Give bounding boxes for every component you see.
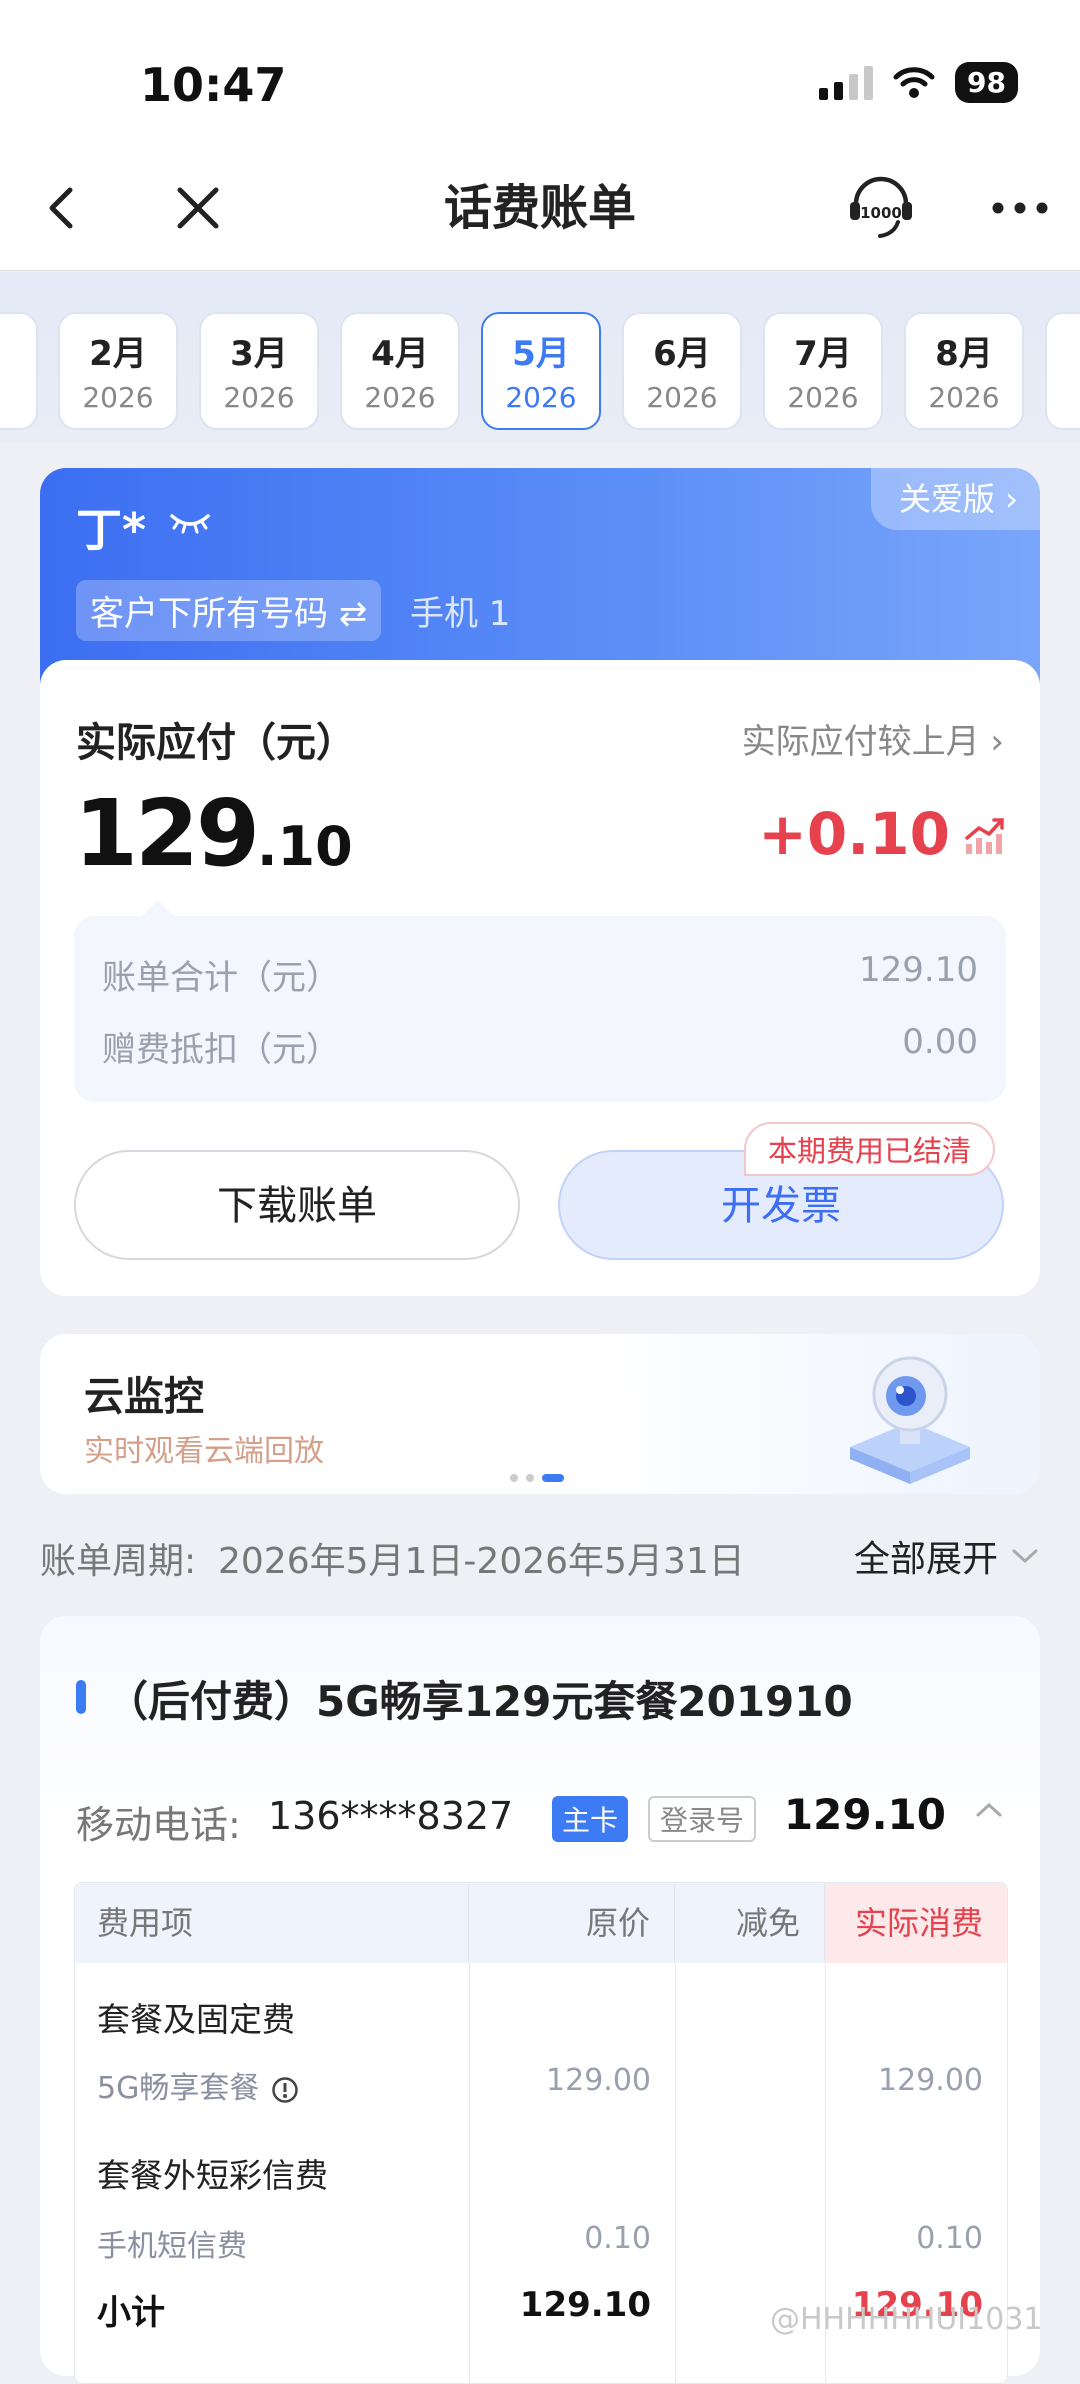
chevron-down-icon [1012, 1549, 1038, 1564]
care-mode-button[interactable]: 关爱版 › [871, 468, 1040, 530]
expand-all-button[interactable]: 全部展开 [854, 1530, 1040, 1582]
month-tab-apr[interactable]: 4月 2026 [340, 312, 460, 430]
subtotal-original: 129.10 [519, 2285, 651, 2325]
payable-amount: 129.10 [74, 780, 353, 887]
line-number: 136****8327 [268, 1794, 514, 1838]
battery-indicator: 98 [955, 62, 1018, 103]
table-row: 5G畅享套餐 129.00 129.00 [75, 2063, 1007, 2107]
chevron-right-icon: › [990, 722, 1004, 762]
account-header: 关爱版 › 丁* 客户下所有号码 ⇄ 手机 1 [40, 468, 1040, 688]
discount [675, 2221, 825, 2265]
more-button[interactable] [988, 168, 1052, 252]
more-dots-icon [992, 202, 1048, 214]
login-number-badge: 登录号 [648, 1796, 757, 1842]
group-title: 套餐外短彩信费 [97, 2156, 328, 2195]
bill-summary-box: 账单合计（元） 129.10 赠费抵扣（元） 0.00 [74, 916, 1006, 1102]
fee-item-name: 手机短信费 [97, 2229, 247, 2264]
eye-closed-icon[interactable] [168, 508, 212, 542]
period-value: 2026年5月1日-2026年5月31日 [218, 1541, 745, 1582]
month-tab-feb[interactable]: 2月 2026 [58, 312, 178, 430]
status-time: 10:47 [140, 58, 287, 112]
header-original-price: 原价 [469, 1883, 675, 1963]
month-tab-sep[interactable]: 92 [1045, 312, 1080, 430]
download-bill-button[interactable]: 下载账单 [74, 1150, 520, 1260]
table-row: 套餐外短彩信费 [75, 2149, 1007, 2197]
billing-period-row: 账单周期: 2026年5月1日-2026年5月31日 全部展开 [40, 1526, 1040, 1582]
subtotal-label: 小计 [97, 2293, 165, 2333]
page-title: 话费账单 [443, 180, 636, 236]
carousel-indicator [510, 1474, 564, 1482]
monthly-diff: +0.10 [758, 800, 950, 868]
wifi-icon [893, 66, 935, 98]
month-tab-mar[interactable]: 3月 2026 [199, 312, 319, 430]
month-tab-jun[interactable]: 6月 2026 [622, 312, 742, 430]
gift-deduct-row: 赠费抵扣（元） 0.00 [102, 1022, 978, 1070]
chevron-up-icon[interactable] [974, 1800, 1004, 1820]
header-fee-item: 费用项 [75, 1883, 469, 1963]
paid-status-badge: 本期费用已结清 [744, 1122, 996, 1176]
actual-cost: 0.10 [916, 2221, 983, 2256]
table-row: 手机短信费 0.10 0.10 [75, 2221, 1007, 2265]
switch-arrows-icon: ⇄ [338, 594, 368, 634]
line-total: 129.10 [783, 1790, 946, 1839]
info-icon[interactable] [271, 2076, 299, 2104]
banner-title: 云监控 [84, 1374, 204, 1420]
camera-icon [850, 1356, 970, 1484]
watermark: @HHHHHHUI1031 [770, 2302, 1043, 2337]
account-scope-switch[interactable]: 客户下所有号码 ⇄ [76, 580, 382, 641]
compare-last-month-link[interactable]: 实际应付较上月 › [742, 714, 1004, 763]
chevron-right-icon: › [1005, 480, 1018, 518]
period-label: 账单周期: [40, 1541, 197, 1582]
line-label: 移动电话: [76, 1803, 241, 1847]
month-tab-prev[interactable]: 6 [0, 312, 38, 430]
customer-service-10086-icon: 1000 [850, 176, 912, 238]
table-header: 费用项 原价 减免 实际消费 [75, 1883, 1007, 1963]
original-price: 0.10 [584, 2221, 651, 2256]
original-price: 129.00 [546, 2063, 651, 2098]
month-tab-may[interactable]: 5月 2026 [481, 312, 601, 430]
svg-text:1000: 1000 [860, 204, 902, 222]
header-actual-cost: 实际消费 [825, 1883, 1007, 1963]
plan-detail-card: （后付费）5G畅享129元套餐201910 移动电话: 136****8327 … [40, 1616, 1040, 2384]
status-bar: 10:47 98 [0, 0, 1080, 150]
cellular-signal-icon [819, 65, 874, 100]
table-row: 套餐及固定费 [75, 1993, 1007, 2041]
status-icons: 98 [819, 62, 1018, 103]
month-selector: 6 2月2026 3月2026 4月2026 5月2026 6月2026 7月2… [0, 272, 1080, 442]
fee-item-name: 5G畅享套餐 [97, 2071, 260, 2106]
month-tab-jul[interactable]: 7月 2026 [763, 312, 883, 430]
actual-cost: 129.00 [878, 2063, 983, 2098]
actual-payable-label: 实际应付（元） [76, 720, 356, 766]
amount-decimal: .10 [257, 815, 353, 878]
banner-subtitle: 实时观看云端回放 [84, 1434, 324, 1469]
title-accent-bar [76, 1680, 86, 1714]
amount-integer: 129 [74, 780, 260, 887]
discount [675, 2063, 825, 2107]
trend-up-icon [964, 816, 1006, 860]
phone-line-row[interactable]: 移动电话: 136****8327 主卡 登录号 129.10 [76, 1786, 1004, 1847]
user-name: 丁* [76, 503, 147, 557]
group-title: 套餐及固定费 [97, 2000, 295, 2039]
phone-count: 手机 1 [410, 594, 511, 634]
month-tab-aug[interactable]: 8月 2026 [904, 312, 1024, 430]
main-card-badge: 主卡 [552, 1796, 629, 1842]
bill-total-row: 账单合计（元） 129.10 [102, 950, 978, 998]
customer-service-button[interactable]: 1000 [846, 166, 916, 254]
header-discount: 减免 [675, 1883, 825, 1963]
nav-bar: 话费账单 1000 [0, 150, 1080, 271]
plan-title: （后付费）5G畅享129元套餐201910 [106, 1677, 853, 1726]
cloud-monitor-banner[interactable]: 云监控 实时观看云端回放 [40, 1334, 1040, 1494]
payment-card: 实际应付（元） 实际应付较上月 › 129.10 +0.10 账单合计（元） 12… [40, 660, 1040, 1296]
